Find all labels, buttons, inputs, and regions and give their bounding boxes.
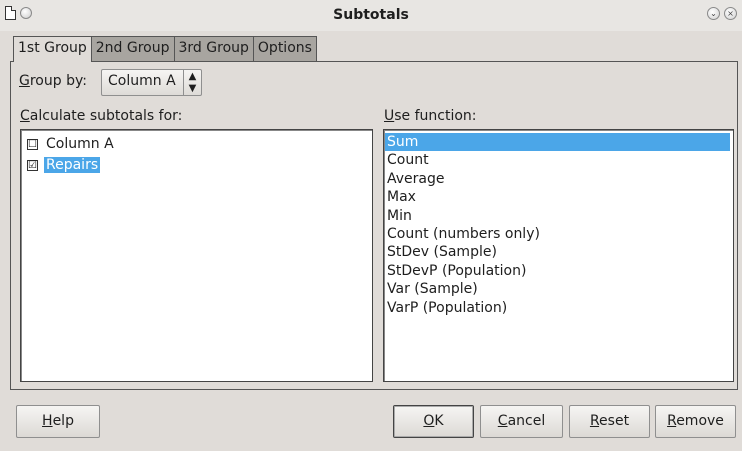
use-function-label: Use function: [384,108,477,124]
list-item[interactable]: Count [385,151,730,169]
list-item[interactable]: Count (numbers only) [385,225,730,243]
window-title: Subtotals [333,7,409,23]
list-item[interactable]: ☐ Column A [27,134,116,154]
list-item[interactable]: Min [385,207,730,225]
tab-bar: 1st Group 2nd Group 3rd Group Options [13,36,317,62]
list-item[interactable]: Average [385,170,730,188]
function-list[interactable]: Sum Count Average Max Min Count (numbers… [383,129,734,382]
list-item-label: Repairs [44,157,101,173]
list-item[interactable]: Var (Sample) [385,280,730,298]
calculate-subtotals-label: Calculate subtotals for: [20,108,183,124]
checkbox[interactable]: ☑ [27,159,38,171]
cancel-button[interactable]: Cancel [480,405,563,438]
list-item[interactable]: StDevP (Population) [385,262,730,280]
close-icon[interactable]: × [724,7,737,20]
tab-options[interactable]: Options [252,36,317,61]
title-bar: Subtotals ⌄ × [0,0,742,31]
list-item[interactable]: VarP (Population) [385,299,730,317]
checkbox[interactable]: ☐ [27,138,38,150]
subtotal-columns-list[interactable]: ☐ Column A ☑ Repairs [20,129,373,382]
tab-2nd-group[interactable]: 2nd Group [90,36,175,61]
list-item[interactable]: Max [385,188,730,206]
group-by-value: Column A [108,73,176,89]
list-item[interactable]: StDev (Sample) [385,243,730,261]
ok-button[interactable]: OK [393,405,474,438]
remove-button[interactable]: Remove [655,405,736,438]
reset-button[interactable]: Reset [569,405,650,438]
list-item[interactable]: Sum [385,133,730,152]
chevron-down-icon[interactable]: ⌄ [707,7,720,20]
list-item[interactable]: ☑ Repairs [27,155,101,175]
tab-1st-group[interactable]: 1st Group [13,36,92,62]
group-by-select[interactable]: Column A ▲ ▼ [101,69,202,96]
help-button[interactable]: Help [16,405,100,438]
list-item-label: Column A [46,136,114,152]
group-by-label: Group by: [19,73,87,89]
spin-arrows-icon: ▲ ▼ [183,70,201,95]
tab-3rd-group[interactable]: 3rd Group [173,36,254,61]
